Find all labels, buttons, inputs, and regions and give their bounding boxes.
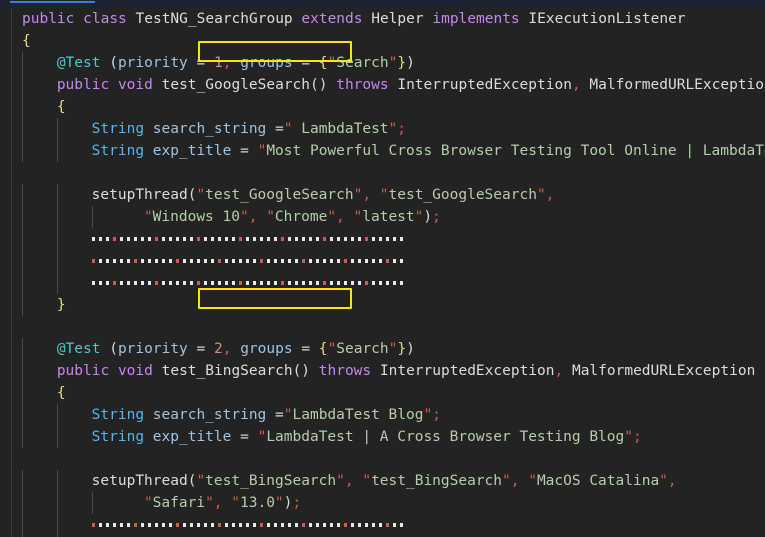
code-line[interactable]: String exp_title = "Most Powerful Cross … [12,140,765,162]
code-line-redacted[interactable] [12,250,765,272]
code-line[interactable]: { [12,30,765,52]
code-text: { [56,385,66,401]
code-text: setupThread("test_BingSearch", "test_Bin… [91,473,677,489]
code-text: @Test (priority = 2, groups = {"Search"}… [56,341,415,357]
code-text: public void test_GoogleSearch() throws I… [56,77,765,93]
code-line[interactable] [12,162,765,184]
code-line[interactable]: String search_string ="LambdaTest Blog"; [12,404,765,426]
code-line[interactable]: "Safari", "13.0"); [12,492,765,514]
indent-guide [22,360,23,382]
code-text: setupThread("test_GoogleSearch", "test_G… [91,187,555,203]
indent-guide [56,272,58,294]
indent-guide [56,118,58,140]
code-line[interactable]: @Test (priority = 2, groups = {"Search"}… [12,338,765,360]
code-line[interactable]: setupThread("test_BingSearch", "test_Bin… [12,470,765,492]
code-line[interactable]: "Windows 10", "Chrome", "latest"); [12,206,765,228]
code-line[interactable]: { [12,382,765,404]
indent-guide [56,470,58,492]
active-tab-underline [10,1,95,3]
indent-guide [22,338,23,360]
indent-guide [22,294,23,316]
indent-guide [56,228,58,250]
code-line-redacted[interactable] [12,228,765,250]
indent-guide [22,470,23,492]
indent-guide [22,492,23,514]
code-text: String exp_title = "LambdaTest | A Cross… [91,429,642,445]
indent-guide [56,492,58,514]
code-text: String exp_title = "Most Powerful Cross … [91,143,765,159]
indent-guide [22,426,23,448]
code-line[interactable]: { [12,96,765,118]
indent-guide [22,96,23,118]
indent-guide [22,118,23,140]
code-line[interactable]: public void test_GoogleSearch() throws I… [12,74,765,96]
editor-gutter [0,8,11,537]
redacted-code-marks [91,259,403,263]
code-text: public class TestNG_SearchGroup extends … [22,11,686,27]
editor-tab-strip [0,0,765,8]
code-line[interactable]: setupThread("test_GoogleSearch", "test_G… [12,184,765,206]
indent-guide [22,184,23,206]
indent-guide [56,514,58,536]
code-line[interactable]: public class TestNG_SearchGroup extends … [12,8,765,30]
indent-guide [56,250,58,272]
indent-guide [22,52,23,74]
indent-guide [22,206,23,228]
indent-guide [56,184,58,206]
code-text: { [56,99,66,115]
code-text: public void test_BingSearch() throws Int… [56,363,756,379]
redacted-code-marks [91,281,403,285]
code-line-redacted[interactable] [12,272,765,294]
code-line-redacted[interactable] [12,514,765,536]
indent-guide [22,514,23,536]
code-editor-window: public class TestNG_SearchGroup extends … [0,0,765,537]
code-text: String search_string ="LambdaTest Blog"; [91,407,441,423]
indent-guide [22,272,23,294]
code-text: "Safari", "13.0"); [143,495,302,511]
indent-guide [22,404,23,426]
code-line[interactable]: @Test (priority = 1, groups = {"Search"}… [12,52,765,74]
code-text: @Test (priority = 1, groups = {"Search"}… [56,55,415,71]
redacted-code-marks [91,523,403,527]
code-text: String search_string =" LambdaTest"; [91,121,406,137]
indent-guide [22,382,23,404]
code-content-area[interactable]: public class TestNG_SearchGroup extends … [12,8,765,537]
indent-guide [91,492,93,514]
code-text: "Windows 10", "Chrome", "latest"); [143,209,441,225]
indent-guide [56,140,58,162]
indent-guide [91,206,93,228]
indent-guide [56,206,58,228]
indent-guide [22,74,23,96]
code-line[interactable]: public void test_BingSearch() throws Int… [12,360,765,382]
code-line[interactable] [12,316,765,338]
redacted-code-marks [91,237,403,241]
code-line[interactable]: } [12,294,765,316]
code-line[interactable]: String search_string =" LambdaTest"; [12,118,765,140]
code-line[interactable]: String exp_title = "LambdaTest | A Cross… [12,426,765,448]
indent-guide [22,228,23,250]
code-text: { [22,33,31,49]
indent-guide [56,404,58,426]
indent-guide [56,426,58,448]
code-text: } [56,297,66,313]
indent-guide [22,250,23,272]
indent-guide [22,140,23,162]
code-line[interactable] [12,448,765,470]
